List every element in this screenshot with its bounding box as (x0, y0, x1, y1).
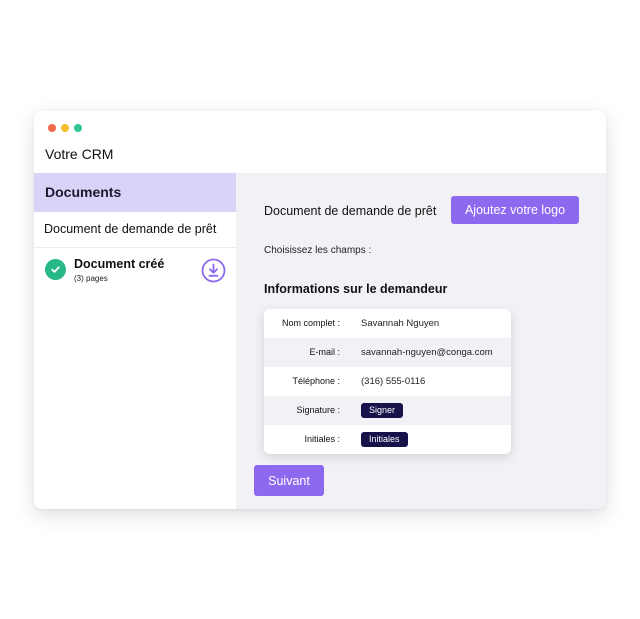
choose-fields-label: Choisissez les champs : (264, 245, 372, 256)
add-logo-button[interactable]: Ajoutez votre logo (451, 196, 579, 224)
document-page-count: (3) pages (74, 274, 108, 283)
sidebar: Documents Document de demande de prêt Do… (34, 173, 236, 509)
sidebar-item-loan-document[interactable]: Document de demande de prêt (34, 212, 236, 248)
field-row-initials: Initiales : Initiales (264, 425, 511, 454)
download-icon[interactable] (201, 258, 226, 283)
field-label: Signature : (296, 405, 340, 415)
check-circle-icon (45, 259, 66, 280)
next-button[interactable]: Suivant (254, 465, 324, 496)
document-created-title: Document créé (74, 257, 165, 271)
app-title: Votre CRM (45, 146, 114, 162)
main-panel: Document de demande de prêt Ajoutez votr… (236, 173, 606, 509)
field-row-phone: Téléphone : (316) 555-0116 (264, 367, 511, 396)
field-label: Téléphone : (292, 376, 340, 386)
window-controls (48, 124, 82, 132)
field-row-signature: Signature : Signer (264, 396, 511, 425)
section-title: Informations sur le demandeur (264, 282, 448, 296)
field-label: Nom complet : (281, 318, 340, 328)
document-created-item: Document créé (3) pages (34, 248, 236, 292)
field-value-full-name[interactable]: Savannah Nguyen (361, 309, 439, 338)
crm-window: Votre CRM Documents Document de demande … (34, 111, 606, 509)
window-minimize-button[interactable] (61, 124, 69, 132)
sidebar-item-documents[interactable]: Documents (34, 173, 236, 212)
window-maximize-button[interactable] (74, 124, 82, 132)
field-label: Initiales : (304, 434, 340, 444)
sign-button[interactable]: Signer (361, 403, 404, 418)
field-label: E-mail : (309, 347, 340, 357)
field-row-full-name: Nom complet : Savannah Nguyen (264, 309, 511, 338)
field-row-email: E-mail : savannah-nguyen@conga.com (264, 338, 511, 367)
document-title: Document de demande de prêt (264, 204, 437, 218)
field-value-email[interactable]: savannah-nguyen@conga.com (361, 338, 493, 367)
field-value-phone[interactable]: (316) 555-0116 (361, 367, 425, 396)
window-close-button[interactable] (48, 124, 56, 132)
initials-button[interactable]: Initiales (361, 432, 408, 447)
applicant-fields-card: Nom complet : Savannah Nguyen E-mail : s… (264, 309, 511, 454)
